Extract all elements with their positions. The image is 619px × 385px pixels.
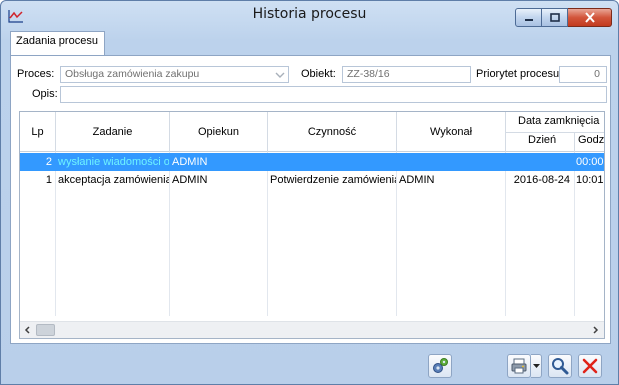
column-header-task[interactable]: Zadanie [56, 112, 170, 152]
description-field[interactable] [60, 86, 607, 103]
maximize-icon [549, 13, 560, 22]
column-header-owner[interactable]: Opiekun [170, 112, 268, 152]
process-label: Proces: [17, 68, 55, 80]
object-label: Obiekt: [301, 68, 336, 80]
header-divider [574, 132, 575, 152]
column-header-day[interactable]: Dzień [528, 134, 556, 146]
minimize-icon [524, 18, 533, 21]
horizontal-scrollbar[interactable] [20, 321, 604, 338]
process-action-button[interactable] [428, 354, 452, 378]
cell-activity: Potwierdzenie zamówienia [270, 174, 396, 186]
scrollbar-thumb[interactable] [36, 324, 55, 336]
cell-day [508, 153, 574, 171]
tasks-grid: Lp Zadanie Opiekun Czynność Wykonał Data… [19, 111, 605, 339]
process-combo[interactable]: Obsługa zamówienia zakupu [60, 66, 289, 83]
cell-lp: 1 [45, 174, 52, 186]
cell-lp: 2 [45, 156, 52, 168]
minimize-button[interactable] [515, 8, 542, 27]
close-icon [582, 358, 598, 374]
table-row[interactable]: 2 wysłanie wiadomości o ADMIN 00:00 [20, 153, 604, 171]
print-options-dropdown[interactable] [531, 354, 542, 378]
column-header-lp[interactable]: Lp [20, 112, 56, 152]
gears-icon [433, 358, 448, 373]
process-history-window: Historia procesu Zadania procesu Proces:… [0, 0, 619, 385]
title-bar[interactable]: Historia procesu [1, 1, 618, 31]
grid-header: Lp Zadanie Opiekun Czynność Wykonał Data… [20, 112, 604, 152]
object-field[interactable]: ZZ-38/16 [342, 66, 471, 83]
column-header-time[interactable]: Godz. [578, 134, 604, 146]
tab-panel: Proces: Obsługa zamówienia zakupu Obiekt… [10, 55, 611, 344]
priority-field[interactable]: 0 [559, 66, 607, 83]
cell-task: wysłanie wiadomości o [58, 156, 169, 168]
cell-day: 2016-08-24 [513, 174, 570, 186]
scroll-right-icon[interactable] [590, 325, 600, 335]
dropdown-arrow-icon [532, 363, 540, 368]
column-header-activity[interactable]: Czynność [268, 112, 397, 152]
chevron-down-icon[interactable] [274, 69, 286, 81]
cell-time: 00:00 [576, 156, 604, 168]
print-icon [511, 358, 527, 374]
header-divider [506, 132, 604, 133]
maximize-button[interactable] [542, 8, 568, 27]
preview-button[interactable] [548, 354, 572, 378]
cell-performed: ADMIN [399, 174, 435, 186]
priority-label: Priorytet procesu [476, 68, 560, 80]
close-button[interactable] [578, 354, 602, 378]
cell-owner: ADMIN [172, 174, 208, 186]
print-button[interactable] [507, 354, 531, 378]
column-header-close-date: Data zamknięcia [518, 115, 600, 127]
table-row[interactable]: 1 akceptacja zamówienia ADMIN Potwierdze… [20, 171, 604, 189]
cell-activity [270, 153, 396, 171]
cell-task: akceptacja zamówienia [58, 174, 169, 186]
scroll-left-icon[interactable] [23, 325, 33, 335]
window-close-button[interactable] [568, 8, 612, 27]
search-icon [552, 358, 569, 375]
tab-process-tasks[interactable]: Zadania procesu [10, 31, 105, 56]
cell-time: 10:01 [576, 174, 604, 186]
column-header-performed[interactable]: Wykonał [397, 112, 506, 152]
cell-performed [399, 153, 505, 171]
cell-owner: ADMIN [172, 156, 208, 168]
process-value: Obsługa zamówienia zakupu [65, 68, 200, 80]
description-label: Opis: [32, 88, 58, 100]
close-x-icon [584, 12, 595, 23]
